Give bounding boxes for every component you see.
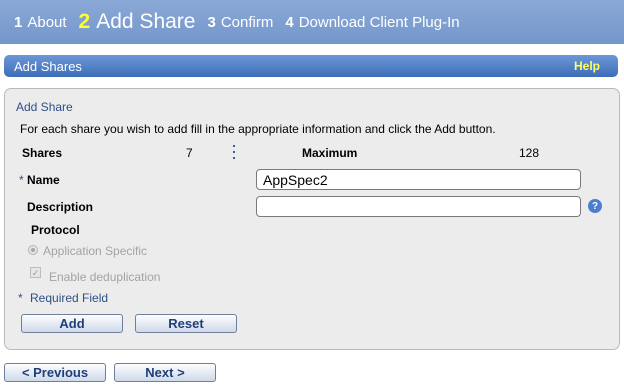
step-label: Add Share [96, 10, 196, 33]
step-label: About [27, 13, 67, 31]
step-number: 4 [285, 13, 294, 31]
required-asterisk: * [19, 173, 24, 187]
instructions-text: For each share you wish to add fill in t… [20, 122, 496, 136]
name-input[interactable] [256, 169, 581, 190]
dedup-checkbox[interactable]: ✓ [30, 267, 41, 278]
previous-button[interactable]: < Previous [4, 363, 106, 382]
wizard-step-download-plugin[interactable]: 4 Download Client Plug-In [285, 14, 459, 31]
help-link[interactable]: Help [574, 59, 600, 73]
description-input[interactable] [256, 196, 581, 217]
shares-label: Shares [22, 146, 63, 160]
step-label: Confirm [220, 13, 274, 31]
description-label: Description [27, 200, 94, 214]
wizard-step-confirm[interactable]: 3 Confirm [207, 14, 273, 31]
name-label: Name [27, 173, 60, 187]
required-field-label: Required Field [30, 291, 109, 305]
section-header: Add Shares Help [4, 55, 618, 77]
maximum-label: Maximum [302, 146, 358, 160]
step-number: 2 [78, 10, 91, 33]
protocol-option-label: Application Specific [43, 244, 148, 258]
step-number: 3 [207, 13, 216, 31]
wizard-step-about[interactable]: 1 About [14, 14, 67, 31]
add-button[interactable]: Add [21, 314, 123, 333]
maximum-value: 128 [519, 146, 540, 160]
wizard-step-add-share[interactable]: 2 Add Share [79, 10, 196, 34]
kebab-menu-icon[interactable] [233, 145, 236, 159]
help-icon[interactable]: ? [588, 199, 602, 213]
next-button[interactable]: Next > [114, 363, 216, 382]
step-number: 1 [14, 13, 23, 31]
protocol-radio[interactable] [28, 245, 38, 255]
protocol-label: Protocol [31, 223, 80, 237]
required-field-asterisk: * [18, 291, 23, 305]
dedup-label: Enable deduplication [49, 270, 161, 284]
reset-button[interactable]: Reset [135, 314, 237, 333]
section-title: Add Shares [14, 58, 82, 74]
add-share-panel: Add Share For each share you wish to add… [4, 88, 620, 350]
shares-count: 7 [186, 146, 193, 160]
wizard-steps-bar: 1 About 2 Add Share 3 Confirm 4 Download… [0, 0, 624, 44]
panel-title: Add Share [16, 100, 73, 114]
step-label: Download Client Plug-In [298, 13, 460, 31]
